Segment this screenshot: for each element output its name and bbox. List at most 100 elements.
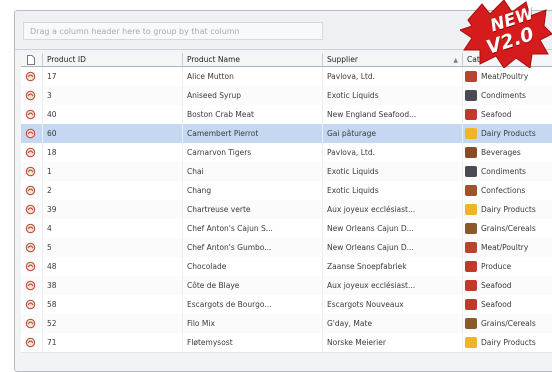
cell-supplier[interactable]: Escargots Nouveaux — [323, 295, 463, 314]
cell-category[interactable]: Seafood — [463, 105, 552, 124]
row-indicator[interactable] — [21, 238, 43, 257]
cell-product-id[interactable]: 5 — [43, 238, 183, 257]
cell-supplier[interactable]: Exotic Liquids — [323, 162, 463, 181]
cell-supplier[interactable]: Gai pâturage — [323, 124, 463, 143]
table-row[interactable]: 2 Chang Exotic Liquids Confections — [21, 181, 552, 201]
cell-product-name[interactable]: Camembert Pierrot — [183, 124, 323, 143]
cell-category[interactable]: Beverages — [463, 143, 552, 162]
cell-product-id[interactable]: 52 — [43, 314, 183, 333]
column-header-supplier[interactable]: Supplier ▲ — [323, 53, 463, 67]
category-label: Produce — [481, 262, 512, 271]
table-row[interactable]: 18 Carnarvon Tigers Pavlova, Ltd. Beverages — [21, 143, 552, 163]
cell-supplier[interactable]: Aux joyeux ecclésiast... — [323, 276, 463, 295]
cell-product-name[interactable]: Chef Anton's Gumbo... — [183, 238, 323, 257]
table-row[interactable]: 58 Escargots de Bourgo... Escargots Nouvea… — [21, 295, 552, 315]
cell-category[interactable]: Grains/Cereals — [463, 219, 552, 238]
cell-product-name[interactable]: Carnarvon Tigers — [183, 143, 323, 162]
cell-product-name[interactable]: Alice Mutton — [183, 67, 323, 86]
row-indicator[interactable] — [21, 67, 43, 86]
row-indicator[interactable] — [21, 295, 43, 314]
cell-supplier[interactable]: Norske Meierier — [323, 333, 463, 352]
cell-product-name[interactable]: Aniseed Syrup — [183, 86, 323, 105]
cell-product-id[interactable]: 71 — [43, 333, 183, 352]
cell-category[interactable]: Condiments — [463, 86, 552, 105]
cell-supplier[interactable]: New England Seafood... — [323, 105, 463, 124]
row-indicator-header[interactable] — [21, 53, 43, 67]
cell-category[interactable]: Seafood — [463, 276, 552, 295]
cell-category[interactable]: Meat/Poultry — [463, 238, 552, 257]
cell-product-name[interactable]: Chang — [183, 181, 323, 200]
table-row[interactable]: 40 Boston Crab Meat New England Seafood...… — [21, 105, 552, 125]
cell-product-id[interactable]: 60 — [43, 124, 183, 143]
row-indicator[interactable] — [21, 124, 43, 143]
cell-product-name[interactable]: Chai — [183, 162, 323, 181]
row-indicator[interactable] — [21, 162, 43, 181]
cell-product-id[interactable]: 17 — [43, 67, 183, 86]
row-indicator[interactable] — [21, 276, 43, 295]
row-indicator[interactable] — [21, 143, 43, 162]
cell-product-id[interactable]: 4 — [43, 219, 183, 238]
cell-product-id[interactable]: 48 — [43, 257, 183, 276]
cell-category[interactable]: Seafood — [463, 295, 552, 314]
column-header-product-id[interactable]: Product ID — [43, 53, 183, 67]
cell-product-name[interactable]: Côte de Blaye — [183, 276, 323, 295]
cell-product-id[interactable]: 3 — [43, 86, 183, 105]
table-row[interactable]: 1 Chai Exotic Liquids Condiments — [21, 162, 552, 182]
table-row[interactable]: 17 Alice Mutton Pavlova, Ltd. Meat/Poultry — [21, 67, 552, 87]
row-indicator[interactable] — [21, 105, 43, 124]
cell-product-name[interactable]: Chocolade — [183, 257, 323, 276]
row-indicator[interactable] — [21, 257, 43, 276]
table-row[interactable]: 52 Filo Mix G'day, Mate Grains/Cereals — [21, 314, 552, 334]
cell-product-id[interactable]: 39 — [43, 200, 183, 219]
table-row[interactable]: 3 Aniseed Syrup Exotic Liquids Condiments — [21, 86, 552, 106]
cell-supplier[interactable]: Exotic Liquids — [323, 86, 463, 105]
row-indicator[interactable] — [21, 333, 43, 352]
cell-supplier[interactable]: Exotic Liquids — [323, 181, 463, 200]
cell-product-name[interactable]: Filo Mix — [183, 314, 323, 333]
cell-category[interactable]: Produce — [463, 257, 552, 276]
row-indicator[interactable] — [21, 86, 43, 105]
cell-product-id[interactable]: 1 — [43, 162, 183, 181]
cell-category[interactable]: Confections — [463, 181, 552, 200]
cell-category[interactable]: Dairy Products — [463, 124, 552, 143]
cell-supplier[interactable]: Pavlova, Ltd. — [323, 143, 463, 162]
cell-supplier[interactable]: G'day, Mate — [323, 314, 463, 333]
column-header-product-name[interactable]: Product Name — [183, 53, 323, 67]
table-row[interactable]: 48 Chocolade Zaanse Snoepfabriek Produce — [21, 257, 552, 277]
row-indicator[interactable] — [21, 314, 43, 333]
cell-product-name[interactable]: Chef Anton's Cajun S... — [183, 219, 323, 238]
cell-product-id[interactable]: 2 — [43, 181, 183, 200]
cell-product-name[interactable]: Chartreuse verte — [183, 200, 323, 219]
table-row[interactable]: 5 Chef Anton's Gumbo... New Orleans Cajun … — [21, 238, 552, 258]
cell-product-id[interactable]: 40 — [43, 105, 183, 124]
cell-supplier[interactable]: New Orleans Cajun D... — [323, 238, 463, 257]
cell-supplier[interactable]: Aux joyeux ecclésiast... — [323, 200, 463, 219]
category-icon — [465, 185, 477, 196]
cell-category[interactable]: Grains/Cereals — [463, 314, 552, 333]
row-indicator[interactable] — [21, 181, 43, 200]
cell-supplier[interactable]: Zaanse Snoepfabriek — [323, 257, 463, 276]
cell-product-id[interactable]: 18 — [43, 143, 183, 162]
cell-category[interactable]: Condiments — [463, 162, 552, 181]
cell-category[interactable]: Dairy Products — [463, 200, 552, 219]
row-indicator[interactable] — [21, 219, 43, 238]
document-icon — [27, 55, 35, 65]
cell-supplier[interactable]: New Orleans Cajun D... — [323, 219, 463, 238]
table-row[interactable]: 71 Fløtemysost Norske Meierier Dairy Produc… — [21, 333, 552, 353]
cell-product-id[interactable]: 38 — [43, 276, 183, 295]
cell-product-id[interactable]: 58 — [43, 295, 183, 314]
cell-category[interactable]: Dairy Products — [463, 333, 552, 352]
cell-supplier[interactable]: Pavlova, Ltd. — [323, 67, 463, 86]
cell-product-name[interactable]: Fløtemysost — [183, 333, 323, 352]
table-row[interactable]: 60 Camembert Pierrot Gai pâturage Dairy Pro… — [21, 124, 552, 144]
row-indicator[interactable] — [21, 200, 43, 219]
product-icon — [25, 185, 36, 196]
table-row[interactable]: 4 Chef Anton's Cajun S... New Orleans Caju… — [21, 219, 552, 239]
table-row[interactable]: 39 Chartreuse verte Aux joyeux ecclésiast.… — [21, 200, 552, 220]
product-icon — [25, 261, 36, 272]
category-label: Confections — [481, 186, 526, 195]
cell-product-name[interactable]: Boston Crab Meat — [183, 105, 323, 124]
cell-category[interactable]: Meat/Poultry — [463, 67, 552, 86]
cell-product-name[interactable]: Escargots de Bourgo... — [183, 295, 323, 314]
table-row[interactable]: 38 Côte de Blaye Aux joyeux ecclésiast... S… — [21, 276, 552, 296]
